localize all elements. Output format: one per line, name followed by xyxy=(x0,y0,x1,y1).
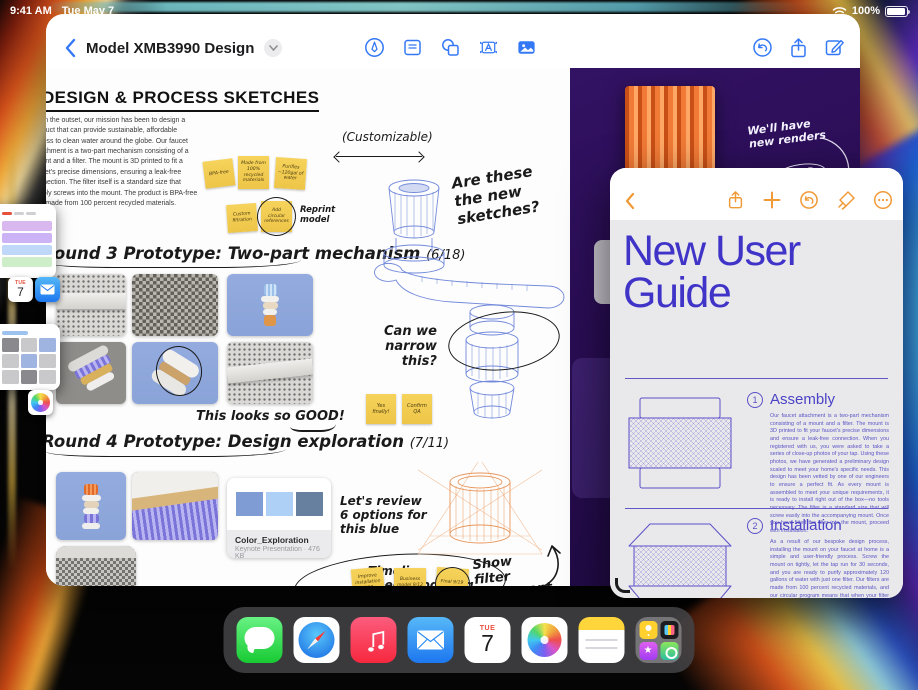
section-title: Assembly xyxy=(770,391,835,408)
battery-icon xyxy=(885,6,908,17)
file-attachment-card[interactable]: Color_Exploration Keynote Presentation ·… xyxy=(227,478,331,558)
handwritten-new-renders: We'll have new renders xyxy=(747,115,827,150)
texture-photo[interactable] xyxy=(132,274,218,336)
pages-document[interactable]: New User Guide 1 Assembly Our faucet att… xyxy=(610,220,903,598)
prototype-photo[interactable] xyxy=(132,342,218,404)
section-body: As a result of our bespoke design proces… xyxy=(770,539,889,598)
back-button[interactable] xyxy=(624,192,635,210)
envelope-icon xyxy=(40,284,55,295)
prototype-photo[interactable] xyxy=(56,342,126,404)
mail-app-icon[interactable] xyxy=(35,277,60,302)
document-title: New User Guide xyxy=(623,230,863,314)
underline-flourish xyxy=(46,260,301,268)
dock-app-calendar[interactable]: TUE 7 xyxy=(465,617,511,663)
dock-app-safari[interactable] xyxy=(294,617,340,663)
teal-app-mini-icon xyxy=(660,642,678,660)
dock-app-music[interactable] xyxy=(351,617,397,663)
dock-app-messages[interactable] xyxy=(237,617,283,663)
photos-flower-icon xyxy=(528,623,562,657)
file-meta: Keynote Presentation · 476 KB xyxy=(235,546,323,558)
handwritten-customizable: (Customizable) xyxy=(342,130,433,144)
battery-percent: 100% xyxy=(852,5,880,17)
format-brush-icon[interactable] xyxy=(836,190,856,210)
share-icon[interactable] xyxy=(725,190,745,210)
section-title: Installation xyxy=(770,517,842,534)
dock-app-mail[interactable] xyxy=(408,617,454,663)
sticky-note[interactable]: Custom filtration xyxy=(226,203,258,233)
pages-toolbar xyxy=(610,168,903,220)
calendar-day-number: 7 xyxy=(465,632,511,655)
prototype-photo[interactable] xyxy=(56,274,126,336)
status-time: 9:41 AM xyxy=(10,5,52,17)
handwritten-can-we: Can we narrow this? xyxy=(384,324,437,369)
section-number: 2 xyxy=(747,518,763,534)
status-bar: 9:41 AM Tue May 7 100% xyxy=(0,0,918,22)
orange-cylinder-render[interactable] xyxy=(625,86,715,178)
sticky-note[interactable]: Improve installation 7/22 xyxy=(351,567,385,586)
canvas-intro-text: From the outset, our mission has been to… xyxy=(46,116,200,209)
title-menu-button[interactable] xyxy=(264,39,282,57)
music-note-icon xyxy=(362,628,386,652)
media-icon[interactable] xyxy=(516,37,537,58)
dark-app-mini-icon xyxy=(660,621,678,639)
sticky-note[interactable]: Made from 100% recycled materials xyxy=(238,156,269,189)
text-box-icon[interactable] xyxy=(478,37,499,58)
tips-app-mini-icon xyxy=(639,621,657,639)
section-divider xyxy=(625,378,888,379)
calendar-day-number: 7 xyxy=(8,286,33,298)
prototype-photo[interactable] xyxy=(227,274,313,336)
sticky-note[interactable]: Purifies ~120gal of water xyxy=(274,157,307,190)
new-board-icon[interactable] xyxy=(824,37,845,58)
dock-app-photos[interactable] xyxy=(522,617,568,663)
photos-app-icon[interactable] xyxy=(28,390,53,415)
file-name: Color_Exploration xyxy=(235,535,323,545)
underline-flourish xyxy=(290,424,336,432)
sticky-note[interactable]: Business model 9/12 xyxy=(394,568,426,586)
sticky-note[interactable]: Yes finally! xyxy=(366,394,396,424)
dock-app-notes[interactable] xyxy=(579,617,625,663)
sticky-note[interactable]: Confirm QA xyxy=(402,394,432,424)
sticky-note-icon[interactable] xyxy=(402,37,423,58)
ink-circle-annotation xyxy=(152,342,206,399)
ink-arrow xyxy=(538,542,566,586)
recent-app-calendar-thumbnail[interactable] xyxy=(0,204,56,278)
prototype-photo[interactable] xyxy=(56,472,126,540)
undo-icon[interactable] xyxy=(752,37,773,58)
more-icon[interactable] xyxy=(873,190,893,210)
prototype-photo[interactable] xyxy=(132,472,218,540)
prototype-photo[interactable] xyxy=(227,342,313,404)
installation-diagram xyxy=(626,522,734,598)
handwritten-looks-good: This looks so GOOD! xyxy=(196,409,345,424)
canvas-heading: DESIGN & PROCESS SKETCHES xyxy=(46,88,319,112)
pages-window: New User Guide 1 Assembly Our faucet att… xyxy=(610,168,903,598)
wifi-icon xyxy=(832,6,847,17)
shapes-icon[interactable] xyxy=(440,37,461,58)
recent-app-photos-thumbnail[interactable] xyxy=(0,324,60,390)
sticky-note[interactable]: BPA-free xyxy=(202,158,235,188)
section-number: 1 xyxy=(747,392,763,408)
markup-pen-icon[interactable] xyxy=(364,37,385,58)
assembly-diagram xyxy=(626,396,734,492)
star-app-mini-icon: ★ xyxy=(639,642,657,660)
prototype-photo[interactable] xyxy=(56,546,136,586)
underline-flourish xyxy=(46,449,286,457)
share-icon[interactable] xyxy=(788,37,809,58)
photos-flower-icon xyxy=(31,393,50,412)
safari-compass-icon xyxy=(299,622,335,658)
add-icon[interactable] xyxy=(762,190,782,210)
status-date: Tue May 7 xyxy=(62,5,114,17)
section-divider xyxy=(625,508,888,509)
ipad-screen: 9:41 AM Tue May 7 100% TUE 7 xyxy=(0,0,918,690)
dock: TUE 7 ★ xyxy=(224,607,695,673)
calendar-app-icon[interactable]: TUE 7 xyxy=(8,277,33,302)
undo-icon[interactable] xyxy=(799,190,819,210)
back-button[interactable] xyxy=(64,38,76,58)
handwritten-reprint-note: Reprint model xyxy=(300,205,335,225)
color-swatches xyxy=(227,478,331,530)
envelope-icon xyxy=(417,630,445,650)
freeform-toolbar: Model XMB3990 Design xyxy=(46,14,860,68)
board-title[interactable]: Model XMB3990 Design xyxy=(86,40,254,57)
double-arrow xyxy=(336,156,422,157)
dock-app-folder[interactable]: ★ xyxy=(636,617,682,663)
